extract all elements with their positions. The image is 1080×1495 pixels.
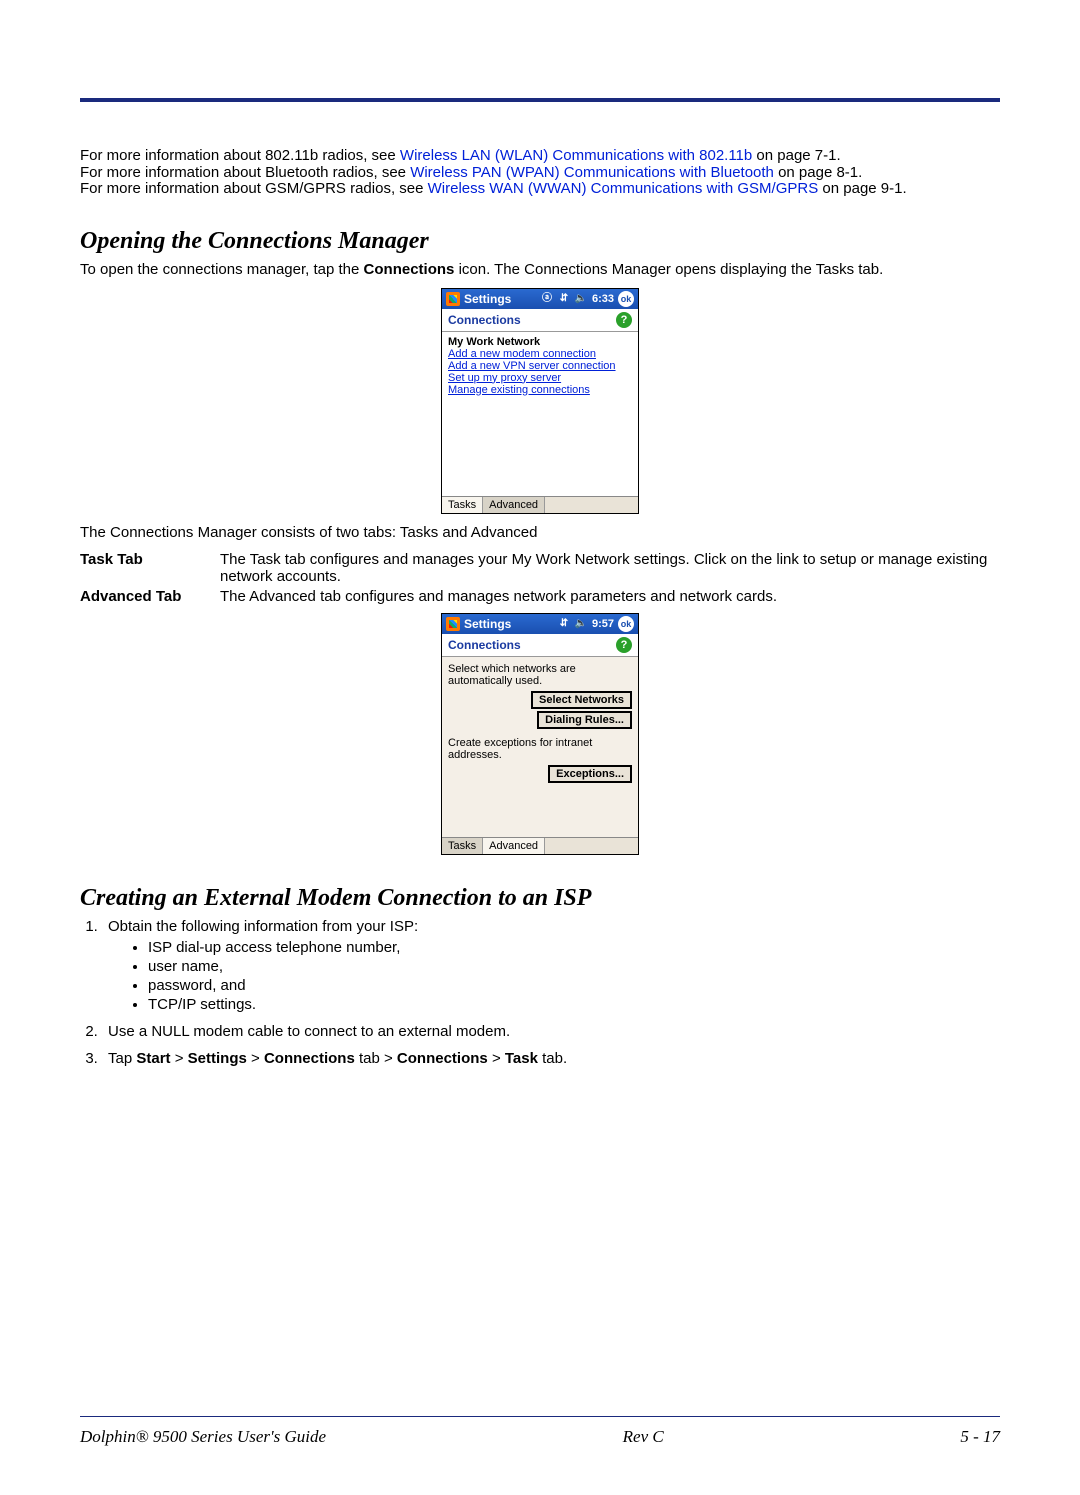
bold-text: Connections	[364, 261, 455, 278]
text: For more information about 802.11b radio…	[80, 147, 400, 164]
text: tab.	[542, 1050, 567, 1067]
intro-line-2: For more information about Bluetooth rad…	[80, 165, 1000, 182]
link-add-vpn[interactable]: Add a new VPN server connection	[448, 360, 632, 372]
paragraph: To open the connections manager, tap the…	[80, 261, 1000, 278]
text: To open the connections manager, tap the	[80, 261, 364, 278]
footer-rule	[80, 1416, 1000, 1417]
intro-line-3: For more information about GSM/GPRS radi…	[80, 181, 1000, 198]
ok-button[interactable]: ok	[618, 616, 634, 632]
footer-mid: Rev C	[623, 1427, 664, 1447]
tab-tasks[interactable]: Tasks	[442, 838, 483, 854]
def-value: The Task tab configures and manages your…	[220, 551, 1000, 585]
start-flag-icon	[446, 292, 460, 306]
titlebar-title: Settings	[464, 617, 511, 631]
network-heading: My Work Network	[448, 336, 632, 348]
list-item: ISP dial-up access telephone number,	[148, 939, 1000, 956]
connectivity-icon: ⇵	[557, 292, 571, 306]
tab-advanced[interactable]: Advanced	[483, 838, 545, 854]
tab-advanced[interactable]: Advanced	[483, 497, 545, 513]
def-row-task: Task Tab The Task tab configures and man…	[80, 551, 1000, 585]
text: Tap	[108, 1050, 136, 1067]
intro-block: For more information about 802.11b radio…	[80, 148, 1000, 198]
device-tabs: Tasks Advanced	[442, 496, 638, 513]
text: tab >	[359, 1050, 397, 1067]
def-label: Advanced Tab	[80, 588, 220, 605]
device-body: My Work Network Add a new modem connecti…	[442, 332, 638, 496]
subbar-title: Connections	[448, 313, 521, 327]
step-text: Obtain the following information from yo…	[108, 918, 418, 935]
list-item: password, and	[148, 977, 1000, 994]
help-icon[interactable]: ?	[616, 312, 632, 328]
bold-text: Settings	[188, 1050, 247, 1067]
sublist: ISP dial-up access telephone number, use…	[108, 939, 1000, 1013]
section-heading-creating: Creating an External Modem Connection to…	[80, 885, 1000, 912]
subbar-title: Connections	[448, 638, 521, 652]
text: >	[175, 1050, 188, 1067]
def-value: The Advanced tab configures and manages …	[220, 588, 1000, 605]
list-item: Tap Start > Settings > Connections tab >…	[102, 1050, 1000, 1067]
volume-icon: 🔈	[574, 617, 588, 631]
steps-list: Obtain the following information from yo…	[80, 918, 1000, 1067]
link-manage[interactable]: Manage existing connections	[448, 384, 632, 396]
device-screenshot-tasks: Settings ⓐ ⇵ 🔈 6:33 ok Connections ? My …	[441, 288, 639, 514]
link-proxy[interactable]: Set up my proxy server	[448, 372, 632, 384]
text: on page 9-1.	[822, 180, 906, 197]
text: For more information about Bluetooth rad…	[80, 164, 410, 181]
text: >	[492, 1050, 505, 1067]
device-subbar: Connections ?	[442, 309, 638, 332]
text: on page 8-1.	[778, 164, 862, 181]
bold-text: Connections	[397, 1050, 488, 1067]
page: For more information about 802.11b radio…	[0, 98, 1080, 1495]
tab-tasks[interactable]: Tasks	[442, 497, 483, 513]
intro-line-1: For more information about 802.11b radio…	[80, 148, 1000, 165]
keyboard-mode-icon: ⓐ	[540, 292, 554, 306]
device-screenshot-advanced: Settings ⇵ 🔈 9:57 ok Connections ? Selec…	[441, 613, 639, 855]
link-wpan[interactable]: Wireless PAN (WPAN) Communications with …	[410, 164, 774, 181]
device-tabs: Tasks Advanced	[442, 837, 638, 854]
device-subbar: Connections ?	[442, 634, 638, 657]
footer-left: Dolphin® 9500 Series User's Guide	[80, 1427, 326, 1447]
list-item: Obtain the following information from yo…	[102, 918, 1000, 1013]
text: icon. The Connections Manager opens disp…	[459, 261, 884, 278]
link-wwan[interactable]: Wireless WAN (WWAN) Communications with …	[428, 180, 819, 197]
def-row-advanced: Advanced Tab The Advanced tab configures…	[80, 588, 1000, 605]
clock-text: 6:33	[592, 293, 614, 305]
section-heading-opening: Opening the Connections Manager	[80, 228, 1000, 255]
list-item: Use a NULL modem cable to connect to an …	[102, 1023, 1000, 1040]
text: For more information about GSM/GPRS radi…	[80, 180, 428, 197]
device-titlebar: Settings ⇵ 🔈 9:57 ok	[442, 614, 638, 634]
bold-text: Start	[136, 1050, 170, 1067]
figure-advanced-tab: Settings ⇵ 🔈 9:57 ok Connections ? Selec…	[80, 613, 1000, 855]
label-select-networks: Select which networks are automatically …	[448, 663, 632, 687]
def-label: Task Tab	[80, 551, 220, 585]
link-add-modem[interactable]: Add a new modem connection	[448, 348, 632, 360]
list-item: user name,	[148, 958, 1000, 975]
clock-text: 9:57	[592, 618, 614, 630]
help-icon[interactable]: ?	[616, 637, 632, 653]
ok-button[interactable]: ok	[618, 291, 634, 307]
titlebar-title: Settings	[464, 292, 511, 306]
start-flag-icon	[446, 617, 460, 631]
connectivity-icon: ⇵	[557, 617, 571, 631]
page-footer: Dolphin® 9500 Series User's Guide Rev C …	[80, 1427, 1000, 1447]
device-body: Select which networks are automatically …	[442, 657, 638, 837]
label-exceptions: Create exceptions for intranet addresses…	[448, 737, 632, 761]
bold-text: Task	[505, 1050, 538, 1067]
device-titlebar: Settings ⓐ ⇵ 🔈 6:33 ok	[442, 289, 638, 309]
volume-icon: 🔈	[574, 292, 588, 306]
top-rule	[80, 98, 1000, 102]
text: >	[251, 1050, 264, 1067]
link-wlan[interactable]: Wireless LAN (WLAN) Communications with …	[400, 147, 752, 164]
exceptions-button[interactable]: Exceptions...	[548, 765, 632, 783]
paragraph: The Connections Manager consists of two …	[80, 524, 1000, 541]
text: on page 7-1.	[756, 147, 840, 164]
footer-right: 5 - 17	[960, 1427, 1000, 1447]
tab-definitions: Task Tab The Task tab configures and man…	[80, 551, 1000, 605]
figure-tasks-tab: Settings ⓐ ⇵ 🔈 6:33 ok Connections ? My …	[80, 288, 1000, 514]
dialing-rules-button[interactable]: Dialing Rules...	[537, 711, 632, 729]
bold-text: Connections	[264, 1050, 355, 1067]
select-networks-button[interactable]: Select Networks	[531, 691, 632, 709]
list-item: TCP/IP settings.	[148, 996, 1000, 1013]
